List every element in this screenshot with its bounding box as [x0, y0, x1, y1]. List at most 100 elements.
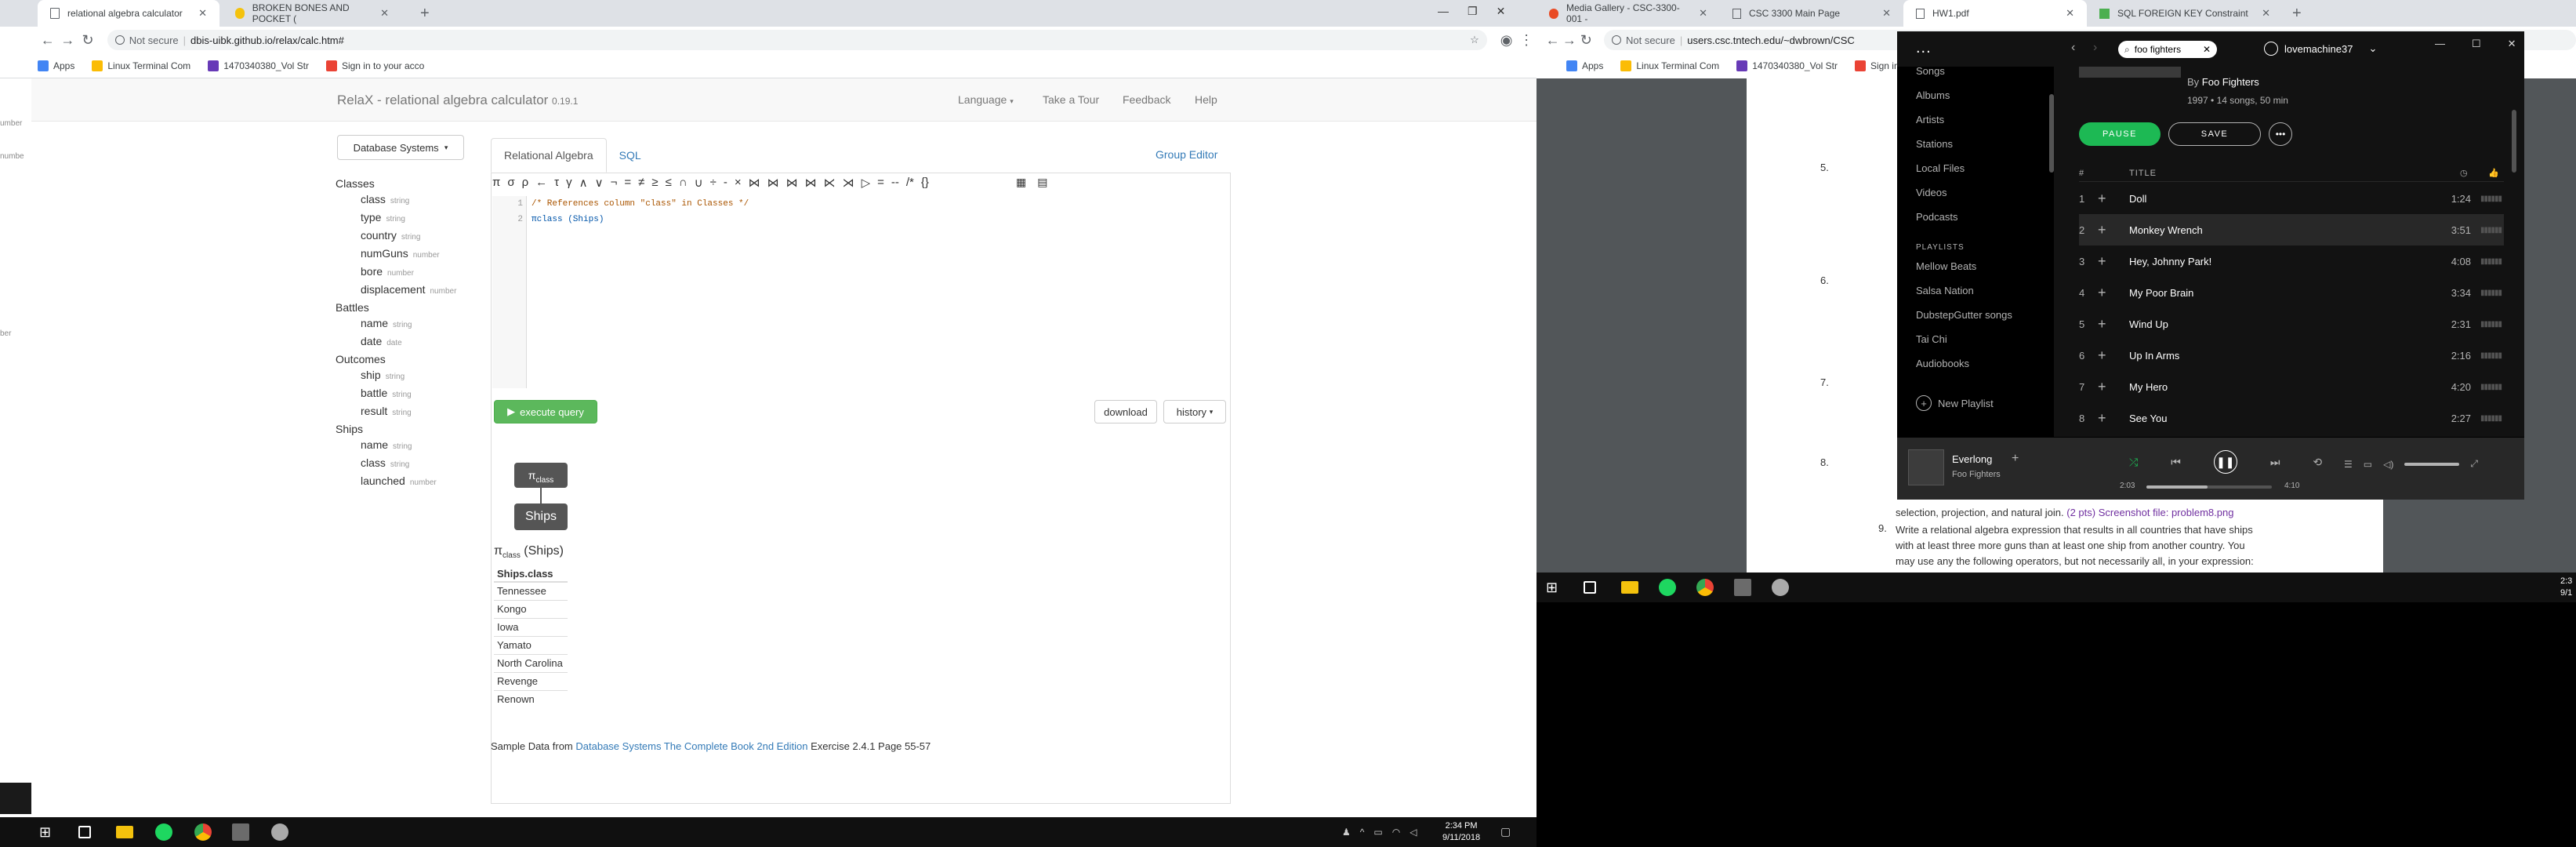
- new-tab-button[interactable]: +: [2283, 0, 2311, 27]
- shuffle-icon[interactable]: ⤮: [2129, 456, 2138, 469]
- track-row[interactable]: 3 + Hey, Johnny Park! 4:08 ▮▮▮▮▮▮: [2079, 245, 2504, 277]
- thumbs-up-icon[interactable]: 👍: [2488, 168, 2504, 178]
- nav-feedback[interactable]: Feedback: [1123, 93, 1170, 106]
- close-tab-icon[interactable]: ✕: [1699, 7, 1707, 20]
- artist-link[interactable]: Foo Fighters: [2202, 76, 2259, 88]
- tab-broken-bones[interactable]: BROKEN BONES AND POCKET ( ✕: [223, 0, 401, 27]
- operator-button[interactable]: ≥: [651, 176, 658, 190]
- sidebar-item-albums[interactable]: Albums: [1916, 89, 1950, 101]
- code-editor[interactable]: 1 2 /* References column "class" in Clas…: [492, 196, 1229, 388]
- chrome-taskbar-icon[interactable]: [1696, 579, 1714, 596]
- operator-button[interactable]: ≤: [666, 176, 672, 190]
- add-track-icon[interactable]: +: [2098, 285, 2129, 301]
- clock[interactable]: 2:34 PM 9/11/2018: [1442, 820, 1480, 844]
- chrome-taskbar-icon[interactable]: [194, 823, 212, 841]
- nav-language[interactable]: Language ▾: [958, 93, 1014, 106]
- queue-icon[interactable]: ☰: [2344, 459, 2353, 470]
- reload-icon[interactable]: ↻: [78, 29, 98, 51]
- user-menu[interactable]: lovemachine37 ⌄: [2264, 42, 2377, 56]
- close-tab-icon[interactable]: ✕: [1882, 7, 1891, 20]
- operator-button[interactable]: τ: [554, 176, 559, 190]
- play-pause-icon[interactable]: ❚❚: [2213, 450, 2237, 474]
- tab-sql[interactable]: SQL: [607, 138, 654, 173]
- close-tab-icon[interactable]: ✕: [198, 7, 207, 20]
- menu-dots-icon[interactable]: ⋮: [1516, 29, 1537, 51]
- operator-button[interactable]: σ: [507, 176, 514, 190]
- minimize-icon[interactable]: —: [2435, 38, 2445, 50]
- sidebar-item-stations[interactable]: Stations: [1916, 138, 1953, 150]
- notification-icon[interactable]: ▢: [1500, 825, 1511, 838]
- file-explorer-icon[interactable]: [1621, 581, 1638, 594]
- col-title[interactable]: TITLE: [2129, 169, 2460, 178]
- album-thumbnail[interactable]: [1908, 449, 1944, 485]
- brand[interactable]: RelaX - relational algebra calculator 0.…: [337, 93, 578, 108]
- windows-start-icon[interactable]: ⊞: [1546, 579, 1563, 596]
- chevron-up-icon[interactable]: ^: [1360, 827, 1365, 838]
- back-arrow-icon[interactable]: ←: [1544, 29, 1561, 51]
- operator-button[interactable]: ⋈: [786, 176, 798, 190]
- back-chevron-icon[interactable]: ‹: [2071, 41, 2075, 55]
- add-track-icon[interactable]: +: [2098, 253, 2129, 270]
- operator-button[interactable]: ←: [535, 176, 547, 190]
- relation-classes[interactable]: Classes: [336, 176, 456, 191]
- snip-taskbar-icon[interactable]: [1772, 579, 1789, 596]
- attribute-row[interactable]: displacement number: [336, 282, 456, 300]
- attribute-row[interactable]: class string: [336, 191, 456, 209]
- sample-link[interactable]: Database Systems The Complete Book 2nd E…: [575, 740, 807, 752]
- spotify-search-input[interactable]: ⌕ foo fighters ✕: [2118, 41, 2217, 58]
- operator-button[interactable]: {}: [921, 176, 929, 190]
- minimize-icon[interactable]: —: [1438, 5, 1449, 18]
- wifi-icon[interactable]: ◠: [1392, 827, 1400, 838]
- add-track-icon[interactable]: +: [2098, 222, 2129, 238]
- relation-ships[interactable]: Ships: [336, 421, 456, 437]
- sidebar-item-podcasts[interactable]: Podcasts: [1916, 211, 1957, 223]
- nav-help[interactable]: Help: [1195, 93, 1217, 106]
- attribute-row[interactable]: bore number: [336, 264, 456, 282]
- operator-button[interactable]: -: [724, 176, 727, 190]
- close-window-icon[interactable]: ✕: [2508, 38, 2516, 50]
- tree-node-projection[interactable]: πclass: [514, 463, 568, 488]
- operator-button[interactable]: ⋈: [749, 176, 760, 190]
- volume-icon[interactable]: ◁: [1410, 827, 1417, 838]
- account-icon[interactable]: ◉: [1497, 29, 1517, 51]
- bookmark-apps[interactable]: Apps: [38, 60, 74, 71]
- operator-button[interactable]: ≠: [638, 176, 644, 190]
- bookmark-vol[interactable]: 1470340380_Vol Str: [1736, 60, 1838, 71]
- operator-button[interactable]: ∪: [695, 176, 703, 190]
- attribute-row[interactable]: launched number: [336, 473, 456, 491]
- operator-button[interactable]: ⋊: [843, 176, 854, 190]
- clear-icon[interactable]: ✕: [2203, 44, 2211, 55]
- task-view-icon[interactable]: [78, 826, 91, 838]
- sidebar-item-videos[interactable]: Videos: [1916, 187, 1947, 198]
- tab-sql-fk[interactable]: SQL FOREIGN KEY Constraint ✕: [2087, 0, 2283, 27]
- relation-battles[interactable]: Battles: [336, 300, 456, 315]
- sidebar-item-local-files[interactable]: Local Files: [1916, 162, 1965, 174]
- spotify-taskbar-icon[interactable]: [155, 823, 172, 841]
- operator-button[interactable]: --: [891, 176, 899, 190]
- calendar-icon[interactable]: ▤: [1037, 176, 1047, 189]
- bookmark-signin[interactable]: Sign in to your acco: [325, 60, 424, 71]
- clock-icon[interactable]: ◷: [2460, 168, 2488, 178]
- bookmark-linux[interactable]: Linux Terminal Com: [92, 60, 190, 71]
- clock[interactable]: 2:3 9/1: [2560, 576, 2572, 599]
- download-button[interactable]: download: [1094, 400, 1157, 424]
- group-editor-link[interactable]: Group Editor: [1156, 148, 1217, 161]
- dataset-select[interactable]: Database Systems ▾: [337, 135, 464, 160]
- volume-slider[interactable]: [2404, 462, 2460, 466]
- operator-button[interactable]: ⋉: [824, 176, 836, 190]
- pause-button[interactable]: PAUSE: [2079, 122, 2161, 146]
- operator-button[interactable]: ∩: [679, 176, 688, 190]
- app-taskbar-icon[interactable]: [232, 823, 249, 841]
- track-row[interactable]: 8 + See You 2:27 ▮▮▮▮▮▮: [2079, 402, 2504, 434]
- now-playing-title[interactable]: Everlong: [1952, 453, 1992, 465]
- add-track-icon[interactable]: +: [2098, 379, 2129, 395]
- playlist-item[interactable]: DubstepGutter songs: [1916, 309, 2012, 321]
- operator-button[interactable]: ⋈: [805, 176, 817, 190]
- operator-button[interactable]: /*: [906, 176, 914, 190]
- playlist-item[interactable]: Tai Chi: [1916, 333, 1947, 345]
- repeat-icon[interactable]: ⟲: [2313, 456, 2322, 469]
- bookmark-vol[interactable]: 1470340380_Vol Str: [208, 60, 309, 71]
- add-track-icon[interactable]: +: [2098, 410, 2129, 427]
- new-playlist-button[interactable]: + New Playlist: [1916, 395, 1994, 411]
- relation-outcomes[interactable]: Outcomes: [336, 351, 456, 367]
